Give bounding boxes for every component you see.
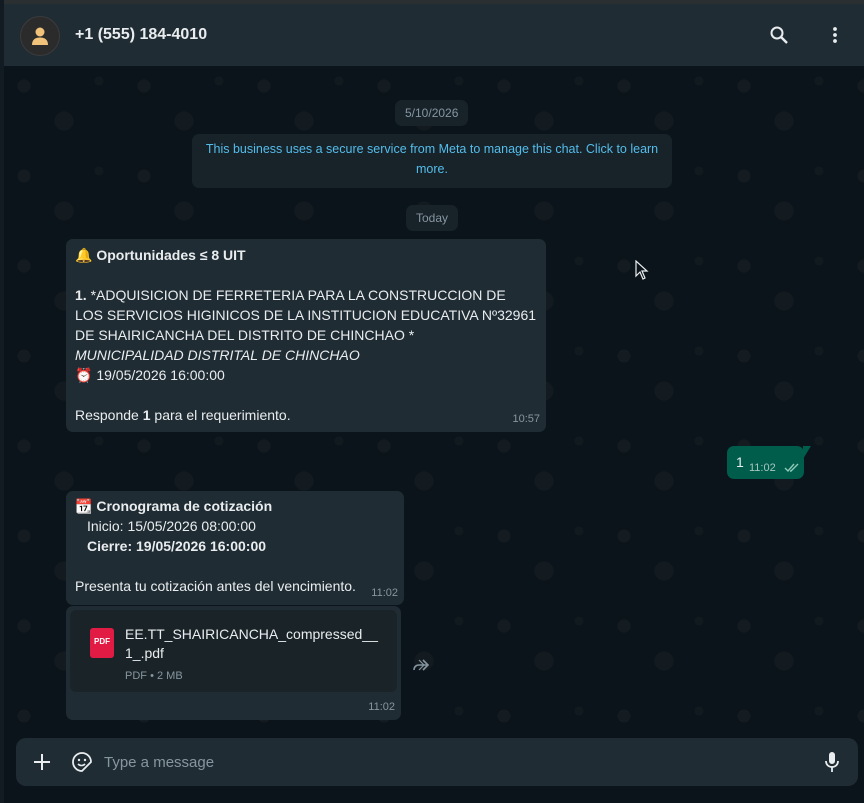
mouse-cursor-icon	[635, 260, 649, 280]
close-date: Cierre: 19/05/2026 16:00:00	[87, 538, 267, 554]
forward-icon	[413, 659, 430, 671]
pdf-file-icon: PDF	[90, 628, 114, 658]
document-filename: EE.TT_SHAIRICANCHA_compressed__1_.pdf	[125, 626, 378, 661]
message-time: 10:57	[512, 413, 540, 425]
chat-header: +1 (555) 184-4010	[4, 4, 864, 66]
microphone-icon	[825, 752, 839, 772]
sticker-button[interactable]	[70, 750, 94, 774]
date-pill: 5/10/2026	[395, 100, 469, 126]
document-meta: PDF • 2 MB	[125, 670, 183, 682]
incoming-message-opportunities[interactable]: 🔔 Oportunidades ≤ 8 UIT 1. *ADQUISICION …	[66, 239, 546, 432]
document-attachment[interactable]: PDF EE.TT_SHAIRICANCHA_compressed__1_.pd…	[70, 610, 397, 692]
message-time: 11:02	[749, 462, 776, 474]
opportunity-item: 1. *ADQUISICION DE FERRETERIA PARA LA CO…	[75, 287, 537, 343]
bubble-tail-icon	[803, 446, 811, 459]
forward-button[interactable]	[410, 654, 432, 676]
sticker-icon	[72, 752, 92, 772]
alarm-clock-icon: ⏰	[75, 367, 93, 383]
message-time: 11:02	[368, 701, 395, 713]
contact-name[interactable]: +1 (555) 184-4010	[75, 26, 207, 44]
message-text: 1	[736, 454, 744, 470]
meta-encryption-notice[interactable]: This business uses a secure service from…	[192, 134, 672, 188]
attach-button[interactable]	[30, 750, 54, 774]
double-check-icon	[784, 463, 799, 473]
bell-icon: 🔔	[75, 247, 93, 263]
message-title: 🔔 Oportunidades ≤ 8 UIT	[75, 247, 246, 263]
kebab-menu-icon	[833, 27, 837, 43]
message-footer-text: Presenta tu cotización antes del vencimi…	[75, 578, 356, 594]
message-time: 11:02	[371, 587, 398, 599]
user-icon	[32, 27, 48, 45]
today-pill: Today	[406, 205, 459, 231]
calendar-icon: 📆	[75, 498, 93, 514]
message-input[interactable]	[104, 746, 804, 778]
message-list[interactable]: 5/10/2026 This business uses a secure se…	[4, 66, 864, 738]
deadline: ⏰ 19/05/2026 16:00:00	[75, 367, 225, 383]
search-button[interactable]	[767, 23, 791, 47]
chat-footer	[4, 738, 864, 803]
avatar[interactable]	[20, 16, 60, 56]
outgoing-message-reply[interactable]: 1 11:02	[727, 446, 811, 479]
incoming-document-message[interactable]: PDF EE.TT_SHAIRICANCHA_compressed__1_.pd…	[66, 606, 401, 720]
chat-window: +1 (555) 184-4010 5/10/2026 This busines…	[4, 4, 864, 803]
incoming-message-schedule[interactable]: 📆 Cronograma de cotización Inicio: 15/05…	[66, 491, 404, 605]
start-date: Inicio: 15/05/2026 08:00:00	[87, 518, 256, 534]
message-title: 📆 Cronograma de cotización	[75, 498, 273, 514]
menu-button[interactable]	[823, 23, 847, 47]
plus-icon	[34, 754, 50, 770]
search-icon	[770, 26, 788, 44]
entity-name: MUNICIPALIDAD DISTRITAL DE CHINCHAO	[75, 347, 360, 363]
reply-instruction: Responde 1 para el requerimiento.	[75, 407, 291, 423]
message-composer	[16, 738, 858, 786]
voice-message-button[interactable]	[820, 750, 844, 774]
